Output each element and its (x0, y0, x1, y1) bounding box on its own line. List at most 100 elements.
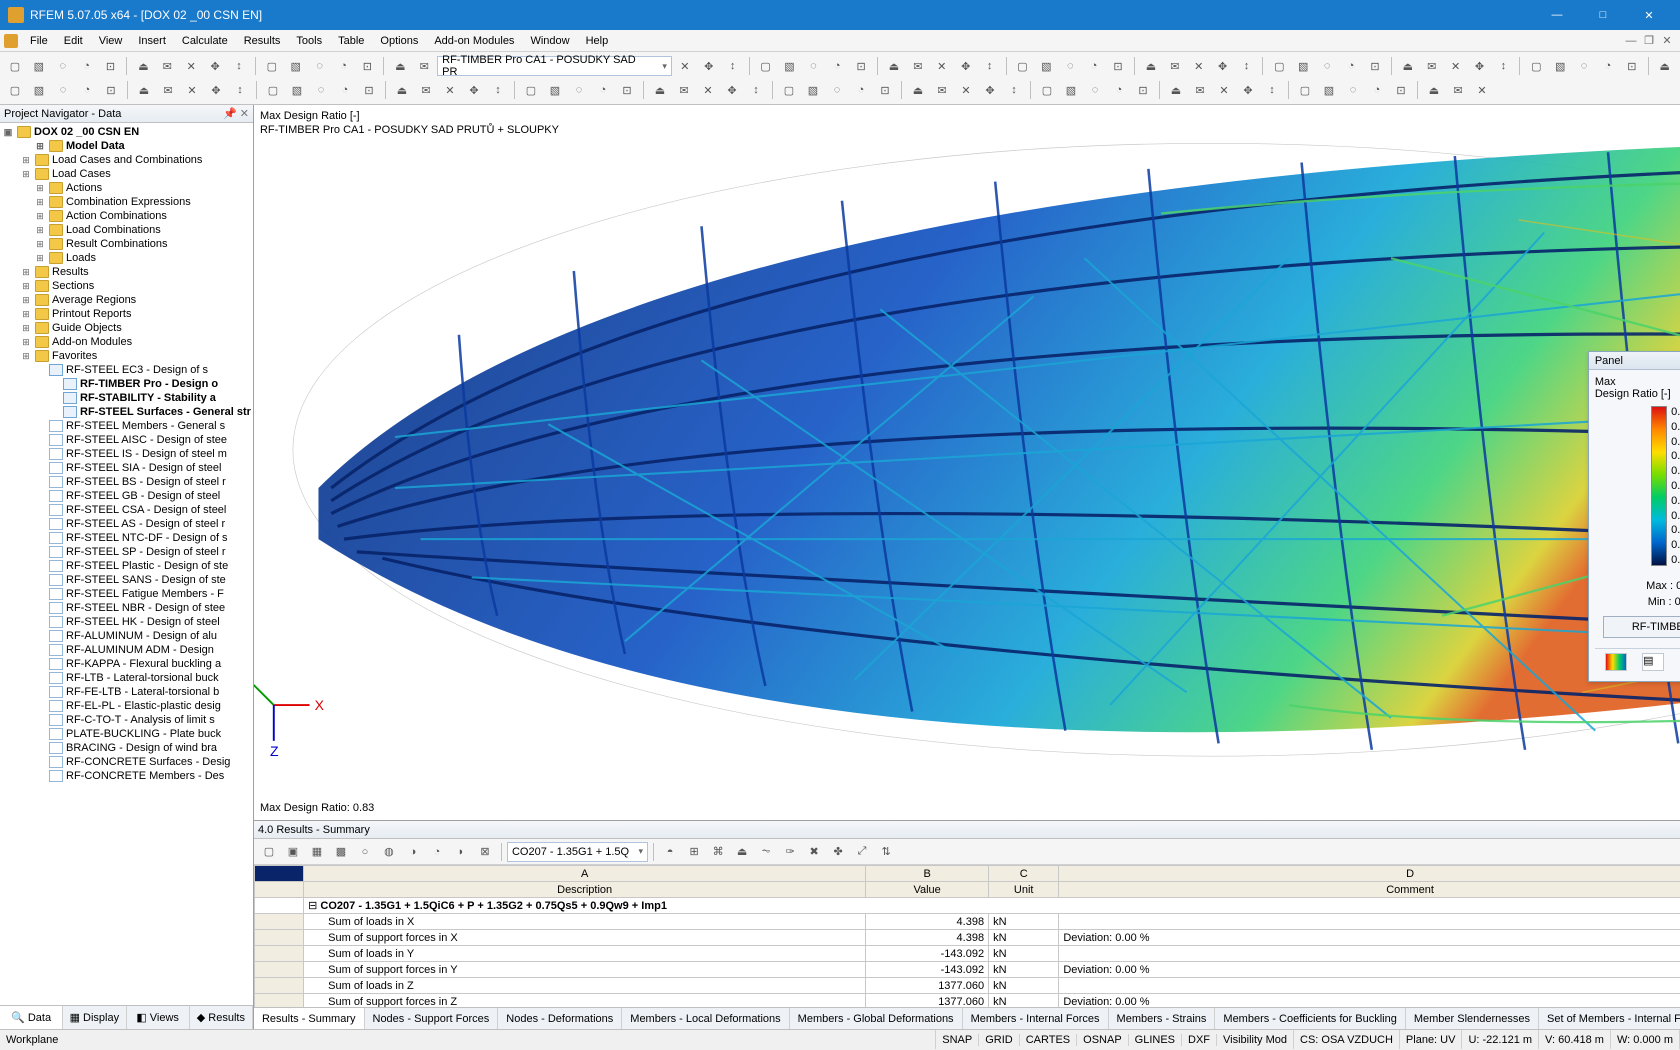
tree-item[interactable]: RF-STEEL Members - General s (0, 419, 253, 433)
tree-item[interactable]: RF-EL-PL - Elastic-plastic desig (0, 699, 253, 713)
results-tab[interactable]: Members - Coefficients for Buckling (1215, 1008, 1405, 1029)
toolbar-button[interactable]: ✕ (674, 55, 696, 77)
toolbar-button[interactable]: ◌ (1573, 55, 1595, 77)
toolbar-button[interactable]: ◔ (334, 79, 356, 101)
tree-item[interactable]: RF-STEEL IS - Design of steel m (0, 447, 253, 461)
nav-tab-results[interactable]: ◆ Results (190, 1006, 253, 1029)
toolbar-button[interactable]: ⏏ (1165, 79, 1187, 101)
status-toggle-dxf[interactable]: DXF (1182, 1034, 1217, 1046)
status-toggle-grid[interactable]: GRID (979, 1034, 1020, 1046)
tree-item[interactable]: ⊞Printout Reports (0, 307, 253, 321)
tree-root[interactable]: ▣DOX 02 _00 CSN EN (0, 125, 253, 139)
tree-item[interactable]: ⊞Guide Objects (0, 321, 253, 335)
tree-item[interactable]: ⊞Model Data (0, 139, 253, 153)
toolbar-button[interactable]: ◔ (76, 79, 98, 101)
toolbar-button[interactable]: ◌ (568, 79, 590, 101)
tree-item[interactable]: PLATE-BUCKLING - Plate buck (0, 727, 253, 741)
tree-item[interactable]: ⊞Loads (0, 251, 253, 265)
menu-results[interactable]: Results (236, 33, 289, 49)
status-toggle-snap[interactable]: SNAP (936, 1034, 979, 1046)
toolbar-button[interactable]: ⊡ (1364, 55, 1386, 77)
table-row[interactable]: Sum of loads in Z1377.060kN (254, 978, 1680, 994)
navigator-tree[interactable]: ▣DOX 02 _00 CSN EN⊞Model Data⊞Load Cases… (0, 123, 253, 1005)
menu-calculate[interactable]: Calculate (174, 33, 236, 49)
toolbar-button[interactable]: ◌ (826, 79, 848, 101)
tree-item[interactable]: RF-STEEL AS - Design of steel r (0, 517, 253, 531)
results-tool[interactable]: ⊠ (474, 841, 496, 863)
toolbar-button[interactable]: ✕ (1445, 55, 1467, 77)
toolbar-button[interactable]: ✉ (1421, 55, 1443, 77)
results-tool[interactable]: ⏏ (731, 841, 753, 863)
toolbar-button[interactable]: ⏏ (389, 55, 411, 77)
toolbar-button[interactable]: ✕ (1213, 79, 1235, 101)
toolbar-button[interactable]: ▧ (779, 55, 801, 77)
toolbar-button[interactable]: ▧ (1060, 79, 1082, 101)
status-toggle-cartes[interactable]: CARTES (1020, 1034, 1077, 1046)
results-tab[interactable]: Nodes - Deformations (498, 1008, 622, 1029)
tree-item[interactable]: ⊞Result Combinations (0, 237, 253, 251)
toolbar-button[interactable]: ◔ (850, 79, 872, 101)
menu-file[interactable]: File (22, 33, 56, 49)
menu-view[interactable]: View (91, 33, 131, 49)
toolbar-button[interactable]: ⊡ (874, 79, 896, 101)
toolbar-button[interactable]: ◌ (1342, 79, 1364, 101)
toolbar-button[interactable]: ▢ (1294, 79, 1316, 101)
tree-item[interactable]: RF-FE-LTB - Lateral-torsional b (0, 685, 253, 699)
results-tab[interactable]: Members - Global Deformations (790, 1008, 963, 1029)
toolbar-button[interactable]: ▢ (520, 79, 542, 101)
toolbar-button[interactable]: ▢ (4, 79, 26, 101)
toolbar-button[interactable]: ↕ (745, 79, 767, 101)
toolbar-button[interactable]: ✥ (205, 79, 227, 101)
tree-item[interactable]: RF-STEEL NTC-DF - Design of s (0, 531, 253, 545)
tree-item[interactable]: RF-STEEL HK - Design of steel (0, 615, 253, 629)
toolbar-button[interactable]: ⊡ (1107, 55, 1129, 77)
panel-tab-1[interactable] (1605, 653, 1627, 671)
close-button[interactable]: ✕ (1626, 0, 1672, 30)
results-tool[interactable]: ▩ (330, 841, 352, 863)
tree-item[interactable]: ⊞Actions (0, 181, 253, 195)
table-row[interactable]: Sum of support forces in X4.398kNDeviati… (254, 930, 1680, 946)
toolbar-button[interactable]: ◌ (309, 55, 331, 77)
tree-item[interactable]: RF-TIMBER Pro - Design o (0, 377, 253, 391)
toolbar-button[interactable]: ⊡ (100, 55, 122, 77)
toolbar-button[interactable]: ◔ (1340, 55, 1362, 77)
tree-item[interactable]: ⊞Combination Expressions (0, 195, 253, 209)
results-tab[interactable]: Results - Summary (254, 1008, 365, 1029)
tree-item[interactable]: RF-C-TO-T - Analysis of limit s (0, 713, 253, 727)
toolbar-button[interactable]: ▢ (1012, 55, 1034, 77)
toolbar-button[interactable]: ✉ (157, 79, 179, 101)
results-tab[interactable]: Nodes - Support Forces (365, 1008, 499, 1029)
results-tool[interactable]: ⇅ (875, 841, 897, 863)
toolbar-button[interactable]: ◔ (1366, 79, 1388, 101)
toolbar-button[interactable]: ◌ (52, 79, 74, 101)
toolbar-button[interactable]: ↕ (979, 55, 1001, 77)
toolbar-button[interactable]: ✕ (1471, 79, 1493, 101)
tree-item[interactable]: RF-ALUMINUM ADM - Design (0, 643, 253, 657)
tree-item[interactable]: ⊞Sections (0, 279, 253, 293)
toolbar-button[interactable]: ◔ (1108, 79, 1130, 101)
toolbar-button[interactable]: ⊡ (1132, 79, 1154, 101)
panel-tab-2[interactable]: ▤ (1642, 653, 1664, 671)
tree-item[interactable]: RF-STEEL GB - Design of steel (0, 489, 253, 503)
toolbar-button[interactable]: ◔ (826, 55, 848, 77)
tree-item[interactable]: ⊞Results (0, 265, 253, 279)
toolbar-button[interactable]: ⏏ (391, 79, 413, 101)
toolbar-button[interactable]: ▧ (544, 79, 566, 101)
toolbar-button[interactable]: ◌ (52, 55, 74, 77)
minimize-button[interactable]: — (1534, 0, 1580, 30)
status-toggle-glines[interactable]: GLINES (1129, 1034, 1182, 1046)
toolbar-button[interactable]: ✥ (1237, 79, 1259, 101)
results-tool[interactable]: ✤ (827, 841, 849, 863)
toolbar-button[interactable]: ▢ (778, 79, 800, 101)
toolbar-button[interactable]: ✕ (180, 55, 202, 77)
toolbar-button[interactable]: ▢ (4, 55, 26, 77)
toolbar-button[interactable]: ↕ (487, 79, 509, 101)
toolbar-button[interactable]: ✕ (697, 79, 719, 101)
nav-tab-views[interactable]: ◧ Views (127, 1006, 190, 1029)
status-toggle-osnap[interactable]: OSNAP (1077, 1034, 1129, 1046)
tree-item[interactable]: RF-ALUMINUM - Design of alu (0, 629, 253, 643)
toolbar-button[interactable]: ⏏ (1654, 55, 1676, 77)
results-tool[interactable]: ◔ (426, 841, 448, 863)
tree-item[interactable]: RF-STEEL Fatigue Members - F (0, 587, 253, 601)
toolbar-button[interactable]: ✉ (931, 79, 953, 101)
